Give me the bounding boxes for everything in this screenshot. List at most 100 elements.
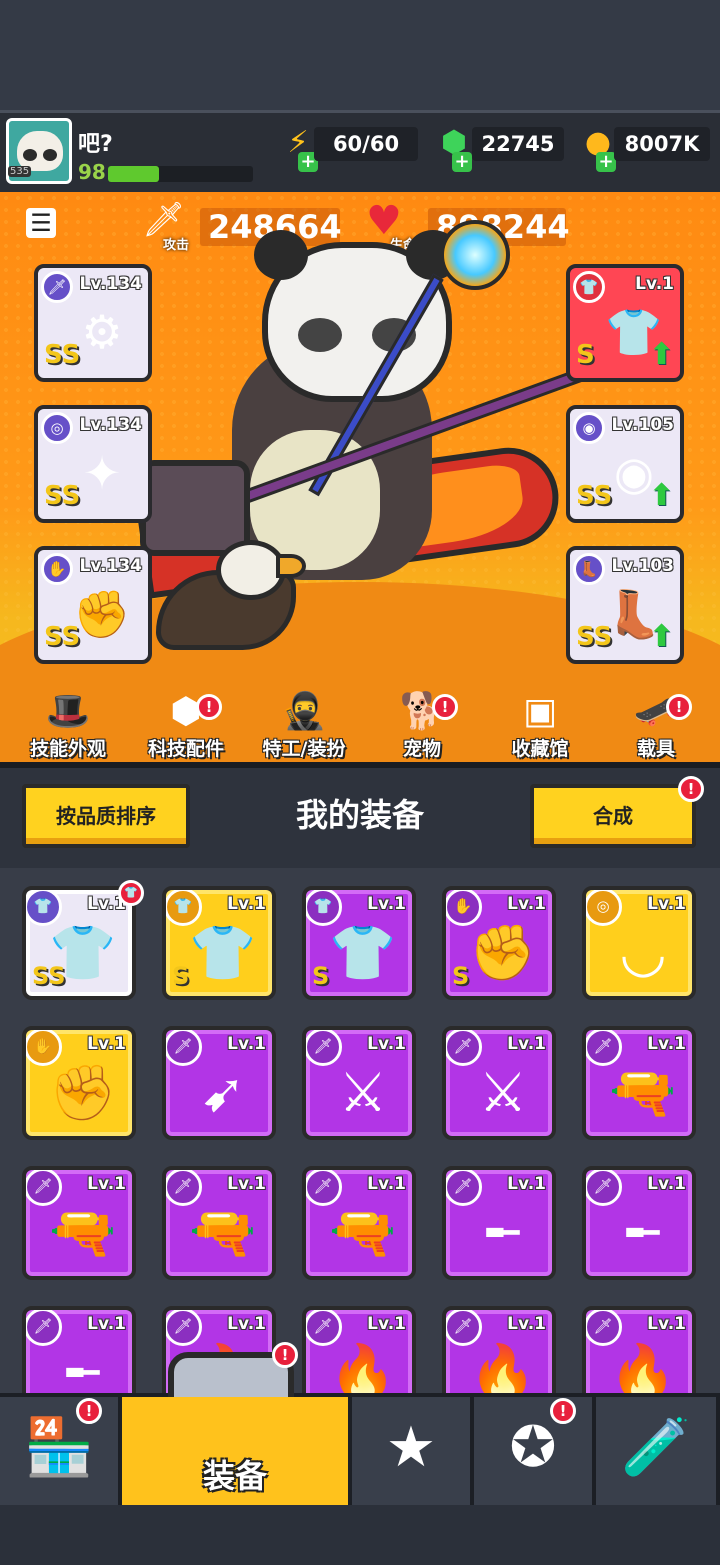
inventory-item[interactable]: 👕 Lv.1 👕 S	[162, 886, 276, 1000]
inventory-item[interactable]: 🗡 Lv.1 ➹	[162, 1026, 276, 1140]
rank-badge: S	[576, 340, 595, 370]
equipped-slot-left-3[interactable]: ✋ Lv.134 ✊ SS	[34, 546, 152, 664]
item-level: Lv.1	[87, 1034, 126, 1054]
inventory-item[interactable]: ✋ Lv.1 ✊	[22, 1026, 136, 1140]
shop-icon: 🏪	[24, 1415, 94, 1480]
inventory-item[interactable]: 🗡 Lv.1 🔫	[162, 1166, 276, 1280]
alert-badge-icon: !	[666, 694, 692, 720]
equipped-slot-left-1[interactable]: 🗡 Lv.134 ⚙ SS	[34, 264, 152, 382]
rank-badge: SS	[576, 622, 613, 652]
item-level: Lv.1	[367, 894, 406, 914]
tab-equipment[interactable]: 装备	[122, 1397, 352, 1505]
staff-orb	[440, 220, 510, 290]
merge-button[interactable]: 合成	[530, 784, 696, 848]
rank-badge: S	[312, 962, 330, 990]
item-level: Lv.1	[507, 1174, 546, 1194]
equipped-slot-right-2[interactable]: ◉ Lv.105 ◉ SS ⬆	[566, 405, 684, 523]
add-gems-button[interactable]: +	[452, 152, 472, 172]
item-level: Lv.1	[227, 1174, 266, 1194]
belt-icon: ◉	[573, 412, 605, 444]
inventory-item[interactable]: ◎ Lv.1 ◡	[582, 886, 696, 1000]
item-level: Lv.1	[635, 274, 674, 294]
xp-fill	[108, 166, 159, 182]
revolver-icon: 🔫	[329, 1201, 397, 1264]
inventory-item[interactable]: 🗡 Lv.1 🔫	[22, 1166, 136, 1280]
inventory-item[interactable]: 🗡 Lv.1 ╾	[442, 1166, 556, 1280]
inventory-item[interactable]: ✋ Lv.1 ✊ S	[442, 886, 556, 1000]
inventory-item[interactable]: 🗡 Lv.1 ⚔	[442, 1026, 556, 1140]
inventory-item[interactable]: 🗡 Lv.1 🔫	[302, 1166, 416, 1280]
rank-badge: S	[452, 962, 470, 990]
bottom-spacer	[0, 1505, 720, 1565]
inventory-item[interactable]: 🗡 Lv.1 ╾	[582, 1166, 696, 1280]
equipped-slot-right-3[interactable]: 👢 Lv.103 👢 SS ⬆	[566, 546, 684, 664]
feature-nav-skill-skin[interactable]: 🎩 技能外观	[18, 690, 118, 761]
sort-by-quality-button[interactable]: 按品质排序	[22, 784, 190, 848]
tab-gene-tube[interactable]: 🧪	[596, 1397, 720, 1505]
inventory-item[interactable]: 🗡 Lv.1 🔫	[582, 1026, 696, 1140]
panda-eye	[298, 318, 342, 352]
item-level: Lv.103	[611, 556, 674, 576]
torch-icon: 🔥	[609, 1341, 677, 1393]
feature-nav-tech-parts[interactable]: ⬢ 科技配件	[136, 690, 236, 761]
item-level: Lv.1	[647, 1314, 686, 1334]
eagle-pet	[156, 540, 326, 660]
tab-shop[interactable]: 🏪	[0, 1397, 122, 1505]
new-item-alert-icon: 👕	[118, 880, 144, 906]
inventory-title: 我的装备	[295, 796, 424, 834]
player-level: 98	[78, 160, 106, 184]
battle-star-icon: ★	[385, 1415, 437, 1480]
item-level: Lv.1	[507, 1314, 546, 1334]
torch-icon: 🔥	[329, 1341, 397, 1393]
staff-icon: ⚙	[81, 305, 123, 359]
inventory-item[interactable]: 🗡Lv.1🔥	[442, 1306, 556, 1393]
gauntlet-icon: ✊	[49, 1061, 117, 1124]
inventory-item[interactable]: 👕 Lv.1 👕 SS	[22, 886, 136, 1000]
tab-alert-icon: !	[550, 1398, 576, 1424]
feature-nav-pet[interactable]: 🐕 宠物	[372, 690, 472, 761]
menu-list-icon[interactable]: ☰	[26, 208, 56, 238]
inventory-grid[interactable]: 👕 Lv.1 👕 SS 👕 Lv.1 👕 S 👕 Lv.1 👕 S ✋ Lv.1 ✊ S ◎ Lv.1 ◡ ✋ Lv.1…	[0, 868, 720, 1393]
feature-nav-collection[interactable]: ▣ 收藏馆	[490, 690, 590, 761]
tab-label: 装备	[202, 1457, 267, 1495]
collar-icon: ✦	[82, 446, 122, 500]
eagle-beak	[276, 554, 306, 578]
equipped-slot-left-2[interactable]: ◎ Lv.134 ✦ SS	[34, 405, 152, 523]
status-area	[0, 0, 720, 110]
rank-badge: SS	[576, 481, 613, 511]
inventory-item[interactable]: 🗡Lv.1🔥	[582, 1306, 696, 1393]
upgrade-arrow-icon: ⬆	[648, 619, 674, 654]
item-level: Lv.134	[79, 556, 142, 576]
inventory-item[interactable]: 🗡Lv.1🔥	[302, 1306, 416, 1393]
feature-nav-label: 特工/装扮	[262, 738, 346, 760]
katana-icon: ⚔	[478, 1061, 528, 1124]
rank-badge: SS	[32, 962, 66, 990]
add-gold-button[interactable]: +	[596, 152, 616, 172]
tab-skill-orb[interactable]: ✪	[474, 1397, 596, 1505]
xp-bar	[108, 166, 253, 182]
item-level: Lv.105	[611, 415, 674, 435]
boot-icon: 👢	[573, 553, 605, 585]
merge-alert-icon: !	[678, 776, 704, 802]
alert-badge-icon: !	[196, 694, 222, 720]
feature-nav-label: 技能外观	[29, 738, 106, 760]
item-level: Lv.1	[227, 894, 266, 914]
armor-icon: 👕	[573, 271, 605, 303]
revolver-icon: 🔫	[609, 1061, 677, 1124]
item-level: Lv.134	[79, 415, 142, 435]
fang-necklace-icon: ◡	[619, 921, 667, 984]
item-level: Lv.1	[227, 1034, 266, 1054]
item-level: Lv.1	[507, 1034, 546, 1054]
upgrade-arrow-icon: ⬆	[648, 478, 674, 513]
skill-orb-icon: ✪	[509, 1415, 557, 1480]
inventory-item[interactable]: 👕 Lv.1 👕 S	[302, 886, 416, 1000]
feature-nav-agent[interactable]: 🥷 特工/装扮	[254, 690, 354, 761]
player-name: 吧?	[78, 132, 113, 157]
equipped-slot-right-1[interactable]: 👕 Lv.1 👕 S ⬆	[566, 264, 684, 382]
tab-battle-star[interactable]: ★	[352, 1397, 474, 1505]
inventory-item[interactable]: 🗡 Lv.1 ╾	[22, 1306, 136, 1393]
feature-nav-vehicle[interactable]: 🛹 载具	[606, 690, 706, 761]
avatar-badge: 535	[8, 166, 32, 177]
inventory-item[interactable]: 🗡 Lv.1 ⚔	[302, 1026, 416, 1140]
gem-counter: 22745	[472, 127, 564, 161]
